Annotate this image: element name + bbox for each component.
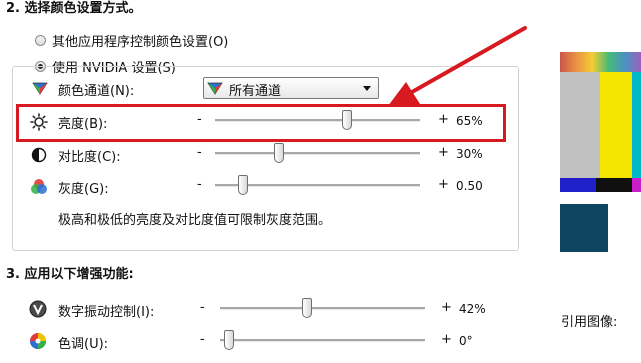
brightness-plus: + [438, 112, 449, 127]
color-channel-select[interactable]: 所有通道 [203, 77, 379, 99]
contrast-plus: + [438, 145, 449, 160]
contrast-label: 对比度(C): [58, 150, 121, 165]
slider-thumb[interactable] [224, 330, 234, 350]
range-note: 极高和极低的亮度及对比度值可限制灰度范围。 [58, 213, 332, 228]
brightness-label: 亮度(B): [58, 117, 108, 132]
slider-thumb[interactable] [274, 143, 284, 163]
radio-other-apps[interactable] [35, 35, 46, 46]
hue-slider[interactable] [220, 328, 425, 352]
slider-track [220, 339, 425, 342]
brightness-slider[interactable] [215, 108, 420, 132]
slider-track [215, 119, 420, 122]
digital-vibrance-label: 数字振动控制(I): [58, 305, 155, 320]
vibrance-icon [29, 300, 47, 318]
gamma-label: 灰度(G): [58, 182, 109, 197]
vibrance-value: 42% [459, 302, 486, 316]
hue-label: 色调(U): [58, 337, 109, 352]
slider-thumb[interactable] [302, 298, 312, 318]
color-channel-icon [32, 80, 48, 96]
brightness-value: 65% [456, 114, 483, 128]
hue-plus: + [441, 332, 452, 347]
digital-vibrance-slider[interactable] [220, 296, 425, 320]
reference-gray-bar [560, 72, 600, 178]
section-3-heading: 3. 应用以下增强功能: [6, 267, 134, 282]
reference-magenta-block [632, 178, 641, 192]
reference-teal-block [560, 204, 608, 252]
reference-yellow-bar [600, 72, 632, 178]
reference-image [560, 52, 641, 252]
slider-track [220, 307, 425, 310]
reference-black-block [596, 178, 632, 192]
slider-thumb[interactable] [342, 110, 352, 130]
radio-other-apps-label[interactable]: 其他应用程序控制颜色设置(O) [52, 31, 228, 50]
gamma-plus: + [438, 177, 449, 192]
contrast-minus: - [197, 145, 202, 160]
brightness-minus: - [197, 112, 202, 127]
section-2-heading: 2. 选择颜色设置方式。 [6, 1, 142, 16]
contrast-value: 30% [456, 147, 483, 161]
gamma-minus: - [197, 177, 202, 192]
vibrance-plus: + [441, 300, 452, 315]
contrast-icon [31, 147, 47, 163]
hue-minus: - [200, 332, 205, 347]
hue-value: 0° [459, 334, 473, 348]
all-channels-icon [207, 80, 223, 96]
rgb-circles-icon [30, 178, 47, 194]
reference-gradient-top [560, 52, 641, 72]
reference-cyan-bar [632, 72, 641, 178]
slider-track [215, 152, 420, 155]
reference-image-label: 引用图像: [561, 315, 618, 330]
red-arrow [388, 26, 527, 106]
gamma-slider[interactable] [215, 173, 420, 197]
color-channel-label: 颜色通道(N): [58, 84, 135, 99]
hue-wheel-icon [29, 332, 46, 349]
color-channel-value: 所有通道 [229, 84, 282, 99]
slider-thumb[interactable] [238, 175, 248, 195]
contrast-slider[interactable] [215, 141, 420, 165]
sun-icon [30, 113, 48, 131]
reference-blue-block [560, 178, 596, 192]
gamma-value: 0.50 [456, 179, 483, 193]
vibrance-minus: - [200, 300, 205, 315]
